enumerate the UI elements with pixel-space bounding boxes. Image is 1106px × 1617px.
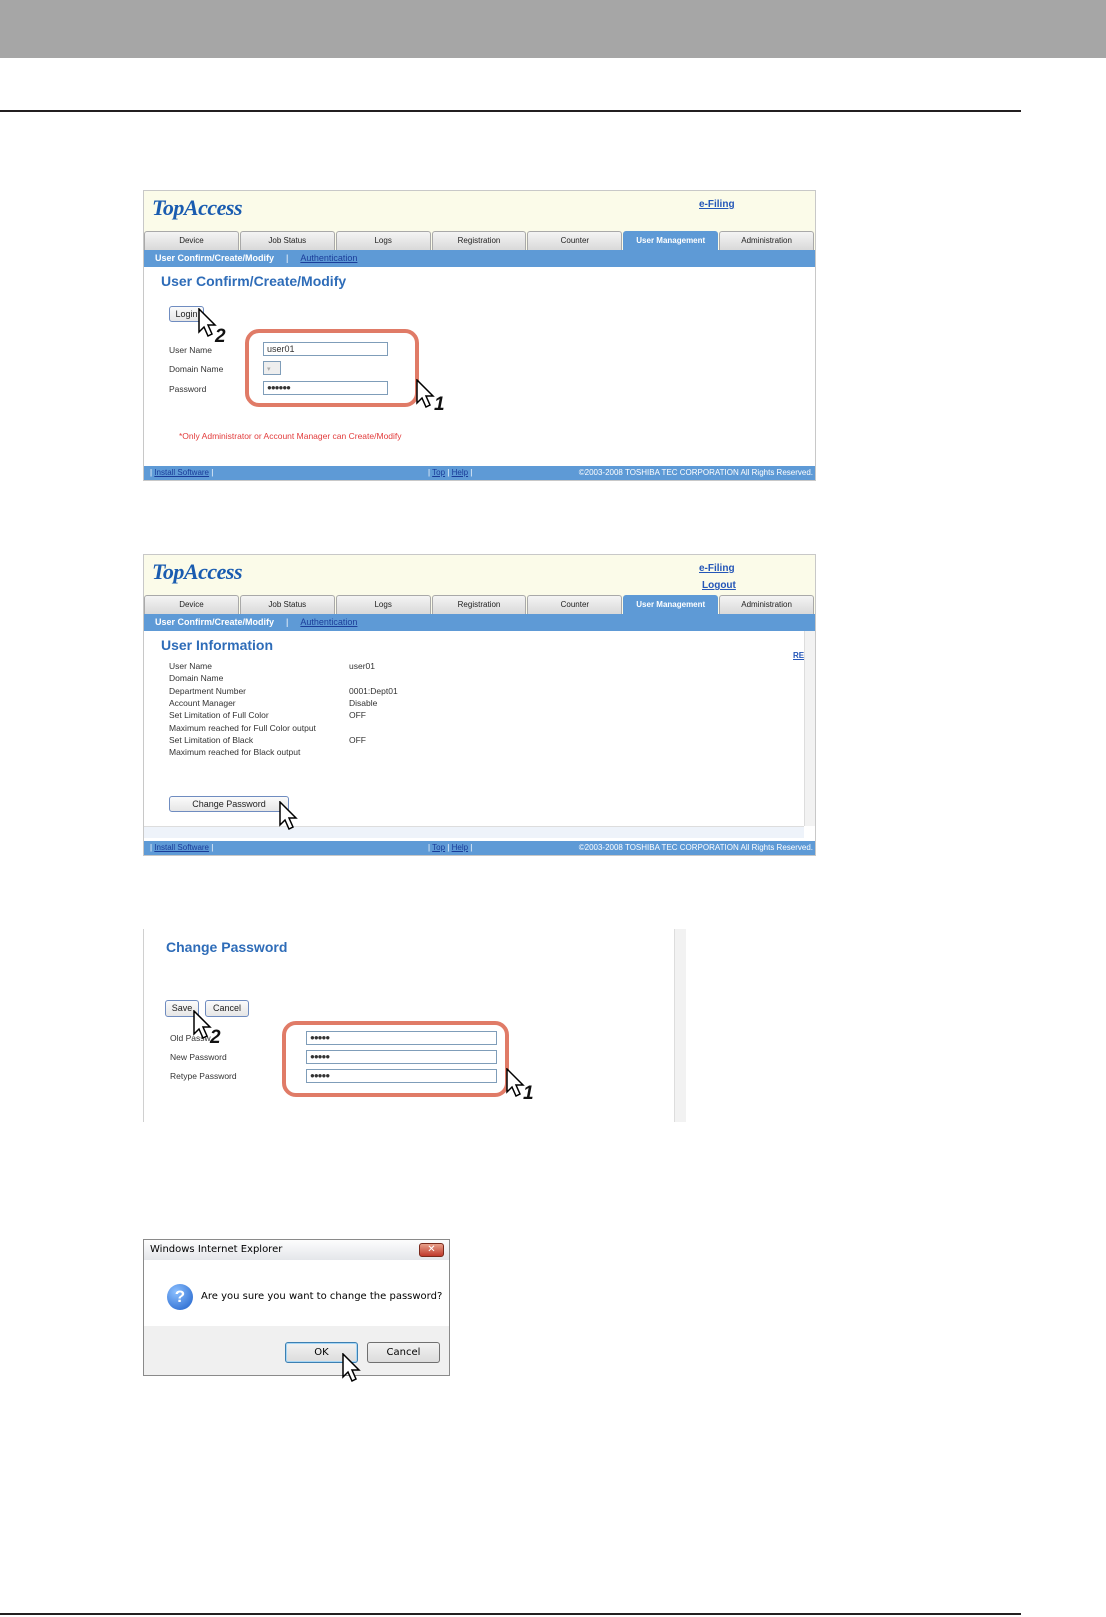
help-link[interactable]: Help (452, 843, 468, 852)
page-title: User Information (161, 637, 274, 653)
info-value: Disable (349, 697, 378, 708)
step-number-2: 2 (215, 326, 226, 347)
footer-nav: | Top | Help | (428, 843, 473, 852)
vertical-scrollbar[interactable] (804, 631, 815, 826)
retype-password-label: Retype Password (170, 1071, 237, 1081)
logout-link[interactable]: Logout (702, 580, 736, 591)
sub-nav: User Confirm/Create/Modify | Authenticatio… (144, 614, 815, 631)
topaccess-logo: TopAccess (152, 559, 243, 584)
subnav-separator: | (286, 253, 289, 263)
subnav-separator: | (286, 617, 289, 627)
pointer-cursor-icon (342, 1353, 361, 1383)
pointer-cursor-icon (279, 801, 298, 831)
topaccess-login-screenshot: TopAccess e-Filing Device Job Status Log… (143, 190, 816, 481)
tab-job-status[interactable]: Job Status (239, 231, 335, 250)
header-rule (0, 110, 1021, 112)
tab-device[interactable]: Device (144, 595, 239, 614)
tab-counter[interactable]: Counter (527, 231, 623, 250)
dialog-message: Are you sure you want to change the pass… (201, 1291, 443, 1302)
info-label: Domain Name (169, 673, 224, 684)
info-label: Department Number (169, 685, 247, 696)
tab-registration[interactable]: Registration (431, 595, 527, 614)
efiling-link[interactable]: e-Filing (699, 199, 735, 210)
top-link[interactable]: Top (432, 843, 445, 852)
info-value: 0001:Dept01 (349, 685, 398, 696)
tab-counter[interactable]: Counter (527, 595, 623, 614)
footer-bar: | Install Software | | Top | Help | ©200… (144, 466, 815, 480)
step-number-2: 2 (210, 1027, 221, 1048)
subnav-authentication[interactable]: Authentication (300, 253, 357, 263)
domain-name-label: Domain Name (169, 364, 224, 374)
info-value: OFF (349, 710, 366, 721)
manual-page: TopAccess e-Filing Device Job Status Log… (0, 0, 1106, 1617)
tab-administration[interactable]: Administration (719, 595, 815, 614)
info-label: Set Limitation of Full Color (169, 710, 269, 721)
subnav-authentication[interactable]: Authentication (300, 617, 357, 627)
tab-administration[interactable]: Administration (719, 231, 815, 250)
subnav-user-confirm[interactable]: User Confirm/Create/Modify (155, 617, 274, 627)
tab-logs[interactable]: Logs (335, 595, 431, 614)
info-value: user01 (349, 661, 375, 671)
new-password-label: New Password (170, 1052, 227, 1062)
tab-user-management[interactable]: User Management (623, 231, 719, 250)
footer-rule (0, 1613, 1021, 1615)
sub-nav: User Confirm/Create/Modify | Authenticatio… (144, 250, 815, 267)
step-number-1: 1 (434, 394, 445, 415)
info-label: Maximum reached for Black output (169, 747, 301, 758)
info-label: User Name (169, 661, 212, 671)
install-software-link[interactable]: Install Software (154, 468, 209, 477)
topaccess-user-info-screenshot: TopAccess e-Filing Logout Device Job Sta… (143, 554, 816, 856)
help-link[interactable]: Help (452, 468, 468, 477)
highlight-login-fields (245, 329, 419, 407)
topaccess-header: TopAccess e-Filing Logout (144, 555, 815, 595)
page-title: User Confirm/Create/Modify (161, 273, 347, 289)
password-label: Password (169, 384, 207, 394)
user-name-label: User Name (169, 345, 212, 355)
info-value: OFF (349, 734, 366, 745)
info-label: Maximum reached for Full Color output (169, 722, 316, 733)
dialog-title: Windows Internet Explorer (144, 1240, 449, 1260)
change-password-title: Change Password (166, 939, 288, 955)
close-icon[interactable]: ✕ (419, 1243, 444, 1257)
topaccess-header: TopAccess e-Filing (144, 191, 815, 231)
info-label: Set Limitation of Black (169, 734, 254, 745)
info-label: Account Manager (169, 697, 236, 708)
step-number-1: 1 (523, 1083, 534, 1104)
tab-device[interactable]: Device (144, 231, 239, 250)
main-tabs: Device Job Status Logs Registration Coun… (144, 595, 815, 614)
highlight-password-fields (282, 1021, 509, 1097)
horizontal-scrollbar[interactable] (144, 826, 804, 838)
tab-job-status[interactable]: Job Status (239, 595, 335, 614)
tab-user-management[interactable]: User Management (623, 595, 719, 614)
subnav-user-confirm[interactable]: User Confirm/Create/Modify (155, 253, 274, 263)
footer-bar: | Install Software | | Top | Help | ©200… (144, 841, 815, 855)
main-tabs: Device Job Status Logs Registration Coun… (144, 231, 815, 250)
tab-logs[interactable]: Logs (335, 231, 431, 250)
confirm-dialog: Windows Internet Explorer ✕ ? Are you su… (143, 1239, 450, 1376)
footer-install: | Install Software | (150, 843, 214, 852)
question-icon: ? (167, 1284, 193, 1310)
change-password-button[interactable]: Change Password (169, 796, 289, 812)
tab-registration[interactable]: Registration (431, 231, 527, 250)
admin-note: *Only Administrator or Account Manager c… (179, 431, 402, 441)
footer-install: | Install Software | (150, 468, 214, 477)
efiling-link[interactable]: e-Filing (699, 563, 735, 574)
install-software-link[interactable]: Install Software (154, 843, 209, 852)
copyright: ©2003-2008 TOSHIBA TEC CORPORATION All R… (578, 843, 813, 852)
topaccess-logo: TopAccess (152, 195, 243, 220)
dialog-cancel-button[interactable]: Cancel (367, 1342, 440, 1363)
vertical-scrollbar[interactable] (674, 929, 686, 1122)
refresh-link[interactable]: RE (793, 651, 804, 660)
copyright: ©2003-2008 TOSHIBA TEC CORPORATION All R… (578, 468, 813, 477)
top-link[interactable]: Top (432, 468, 445, 477)
footer-nav: | Top | Help | (428, 468, 473, 477)
header-band (0, 0, 1106, 58)
